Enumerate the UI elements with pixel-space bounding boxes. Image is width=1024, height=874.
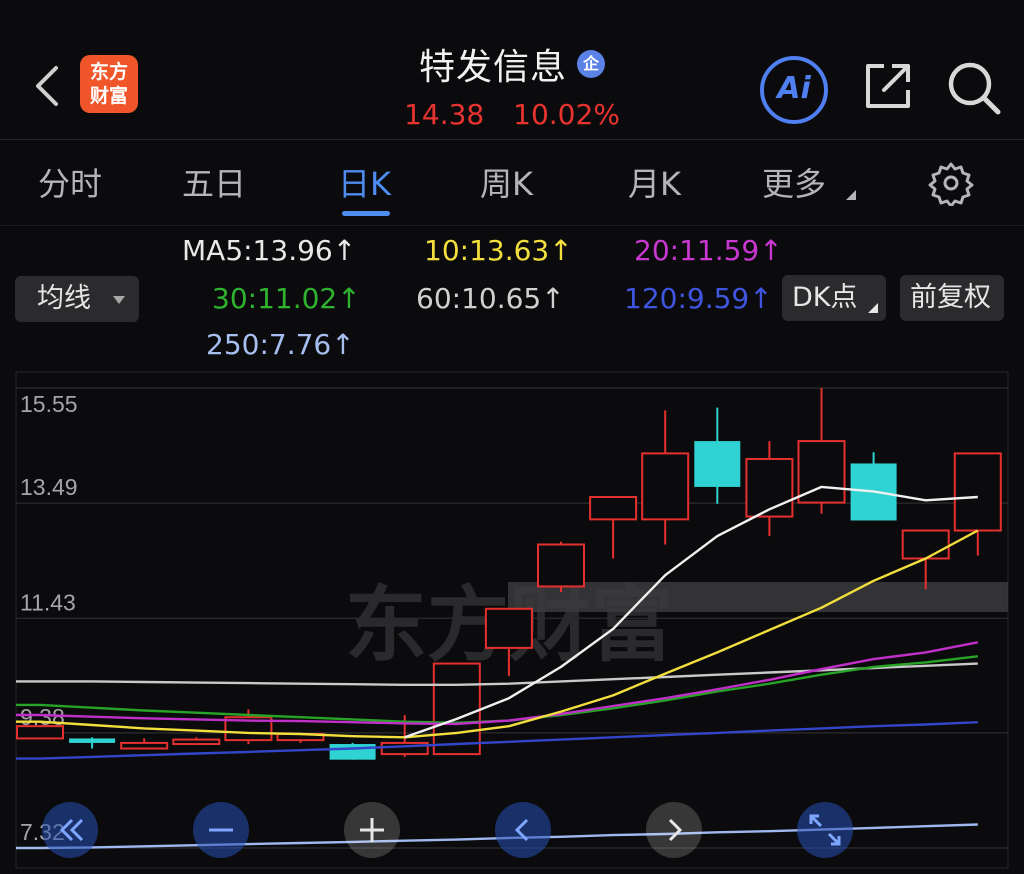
scroll-right-button[interactable]: [646, 802, 702, 858]
candle-body: [16, 725, 64, 740]
tab-daily-k[interactable]: 日K: [338, 164, 391, 204]
candle-body: [329, 744, 376, 760]
expand-icon: [809, 814, 841, 846]
candle-body: [745, 457, 794, 518]
plus-icon: [360, 818, 384, 842]
tab-weekly-k[interactable]: 周K: [480, 164, 533, 204]
chevron-right-icon: [668, 818, 683, 842]
ma60-value: 60:10.65↑: [416, 282, 565, 315]
y-tick-label: 11.43: [20, 589, 76, 615]
candle-body: [172, 738, 221, 746]
scroll-to-start-button[interactable]: [42, 802, 98, 858]
candle-body: [69, 738, 116, 743]
search-icon[interactable]: [946, 60, 1002, 116]
share-icon[interactable]: [862, 60, 914, 112]
candle-body: [484, 607, 533, 649]
kline-chart[interactable]: 15.5513.4911.439.387.32东方财富: [0, 368, 1024, 874]
candle-body: [694, 441, 741, 487]
current-price: 14.38: [404, 98, 485, 131]
candle-body: [953, 452, 1002, 532]
chevron-left-icon: [514, 818, 529, 842]
y-tick-label: 13.49: [20, 474, 78, 500]
ai-assistant-button[interactable]: Ai: [760, 56, 828, 124]
candle-body: [537, 543, 585, 588]
more-caret-icon: [846, 190, 856, 200]
price-adjust-button[interactable]: 前复权: [900, 275, 1004, 321]
ma10-value: 10:13.63↑: [424, 234, 573, 267]
minus-icon: [209, 828, 233, 832]
candle-body: [120, 741, 169, 750]
fullscreen-button[interactable]: [797, 802, 853, 858]
ma120-value: 120:9.59↑: [624, 282, 773, 315]
candle-body: [641, 452, 690, 521]
header: 东方 财富 特发信息 企 14.38 10.02% Ai: [0, 0, 1024, 140]
stock-name: 特发信息: [418, 47, 567, 88]
candle-body: [589, 495, 638, 521]
enterprise-badge: 企: [577, 50, 605, 78]
tab-monthly-k[interactable]: 月K: [628, 164, 681, 204]
period-tabs: 分时 五日 日K 周K 月K 更多: [0, 140, 1024, 226]
ma30-value: 30:11.02↑: [212, 282, 361, 315]
ma20-value: 20:11.59↑: [634, 234, 783, 267]
dk-point-button[interactable]: DK点: [782, 275, 886, 321]
corner-triangle-icon: [868, 303, 878, 313]
zoom-out-button[interactable]: [193, 802, 249, 858]
change-percent: 10.02%: [513, 98, 620, 131]
ma250-value: 250:7.76↑: [206, 328, 355, 361]
active-tab-indicator: [342, 211, 390, 216]
tab-more[interactable]: 更多: [762, 164, 826, 204]
indicator-select[interactable]: 均线: [15, 276, 139, 322]
dropdown-caret-icon: [113, 296, 125, 304]
gear-icon[interactable]: [928, 160, 974, 206]
y-tick-label: 15.55: [20, 391, 78, 417]
double-chevron-left-icon: [59, 818, 84, 842]
ma5-value: MA5:13.96↑: [182, 234, 357, 267]
scroll-left-button[interactable]: [495, 802, 551, 858]
candle-body: [901, 529, 950, 560]
candle-body: [432, 662, 481, 756]
zoom-in-button[interactable]: [344, 802, 400, 858]
tab-five-day[interactable]: 五日: [182, 164, 246, 204]
tab-intraday[interactable]: 分时: [38, 164, 102, 204]
